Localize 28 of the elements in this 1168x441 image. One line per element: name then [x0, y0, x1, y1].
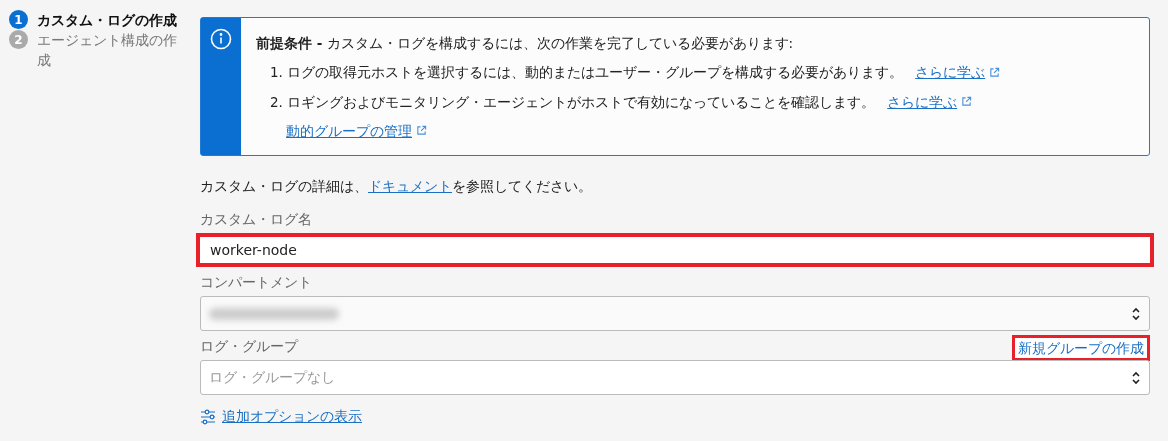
- external-link-icon: [961, 96, 973, 108]
- step-label[interactable]: カスタム・ログの作成: [37, 10, 187, 30]
- documentation-link[interactable]: ドキュメント: [368, 178, 452, 194]
- create-group-link[interactable]: 新規グループの作成: [1012, 335, 1150, 362]
- log-name-field[interactable]: worker-node: [196, 233, 1154, 268]
- step-number: 1: [9, 10, 28, 29]
- select-field[interactable]: [200, 296, 1150, 332]
- manage-groups-link[interactable]: 動的グループの管理: [286, 120, 427, 141]
- more-options-link[interactable]: 追加オプションの表示: [222, 406, 362, 428]
- select-field[interactable]: ログ・グループなし: [200, 360, 1150, 396]
- field-label: カスタム・ログ名: [200, 210, 312, 230]
- field-label: ログ・グループ: [200, 337, 298, 357]
- field-label: コンパートメント: [200, 273, 312, 293]
- list-item-text: 1. ログの取得元ホストを選択するには、動的またはユーザー・グループを構成する必要があります。: [270, 63, 904, 83]
- chevron-updown-icon: [1131, 369, 1141, 386]
- chevron-updown-icon: [1131, 305, 1141, 322]
- learn-more-link[interactable]: さらに学ぶ: [887, 91, 973, 112]
- step-number: 2: [9, 30, 28, 49]
- step-label[interactable]: エージェント構成の作成: [37, 30, 187, 70]
- learn-more-link[interactable]: さらに学ぶ: [915, 62, 1001, 83]
- external-link-icon: [416, 125, 427, 137]
- documentation-note: カスタム・ログの詳細は、ドキュメント を参照してください。: [200, 177, 593, 196]
- notice-text: 前提条件 - カスタム・ログを構成するには、次の作業を完了している必要があります:: [256, 34, 795, 53]
- external-link-icon: [989, 66, 1001, 78]
- list-item-text: 2. ロギングおよびモニタリング・エージェントがホストで有効になっていることを確認します。: [270, 92, 876, 112]
- sliders-icon: [200, 408, 216, 425]
- info-icon: [210, 28, 232, 50]
- select-placeholder: ログ・グループなし: [209, 368, 335, 388]
